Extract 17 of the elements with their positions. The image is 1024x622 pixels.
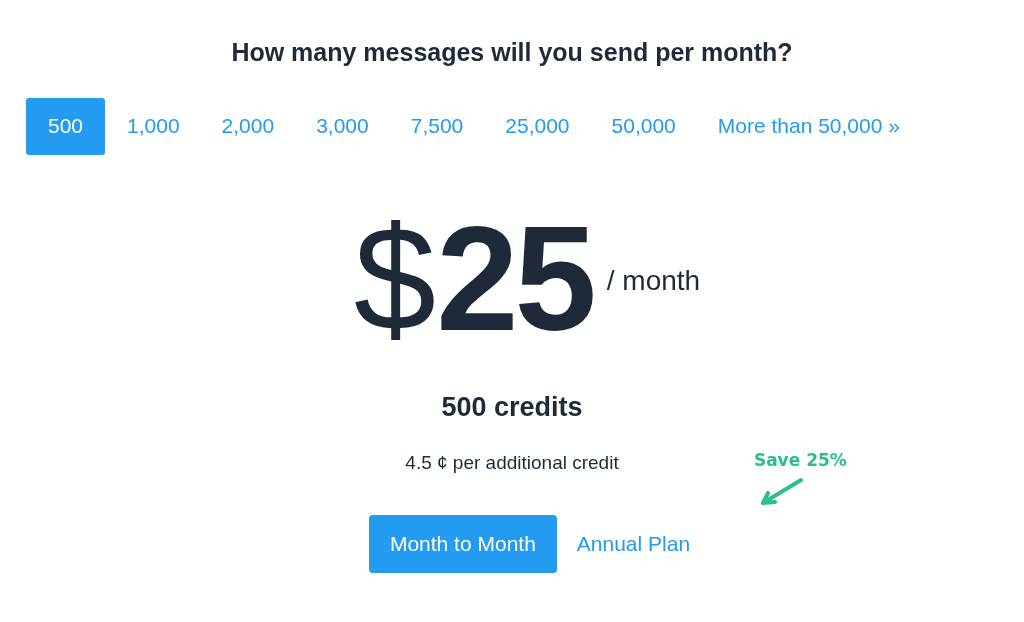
additional-credit-price: 4.5 ¢ per additional credit [405,451,619,475]
currency-symbol: $ [353,204,437,353]
quantity-tab[interactable]: 50,000 [591,97,696,155]
quantity-tab[interactable]: 25,000 [485,97,590,155]
quantity-tab[interactable]: 3,000 [296,97,389,155]
price-period: / month [606,263,701,298]
billing-option[interactable]: Annual Plan [576,514,691,573]
price-amount: 25 [436,204,593,353]
quantity-tab[interactable]: 1,000 [107,97,200,155]
annotation-text: Save 25% [753,448,847,472]
heading: How many messages will you send per month? [231,37,793,68]
quantity-tab[interactable]: 500 [26,97,106,155]
quantity-tab[interactable]: More than 50,000 » [697,97,920,155]
billing-option[interactable]: Month to Month [368,514,557,573]
quantity-tab[interactable]: 2,000 [201,97,295,155]
quantity-tab[interactable]: 7,500 [390,97,484,155]
credits-amount: 500 credits [441,390,583,424]
